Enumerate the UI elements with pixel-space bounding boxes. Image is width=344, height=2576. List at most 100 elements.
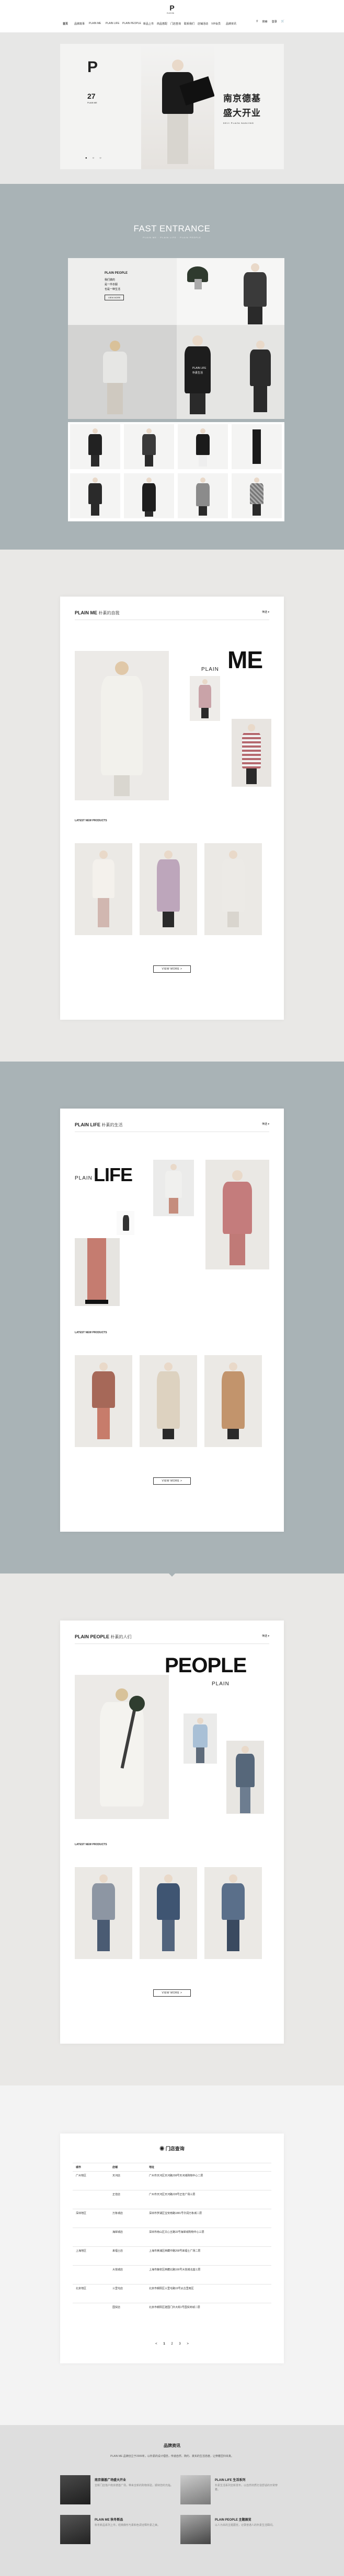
news-item-desc: 朴素生活系列全新发布，以自然材质打造舒适的日常穿着。 [215,2484,278,2491]
pagination-page[interactable]: 3 [179,2342,180,2346]
login-link[interactable]: 登录 [272,20,277,24]
product-card[interactable] [204,1355,262,1447]
news-item[interactable]: PLAIN ME 秋冬新品 秋冬新品系列上市，经典廓形与柔和色调诠释朴素之美。 [60,2515,196,2544]
hero-logo-mark: P [87,59,98,76]
feature-photo-right[interactable] [232,719,271,787]
feature-photo-right[interactable] [226,1741,264,1814]
fast-entrance-section: FAST ENTRANCE PLAIN ME · PLAIN LIFE · PL… [0,184,344,550]
table-row[interactable]: 广州地区 天河店 广州市天河区天河路208号天河城购物中心二层 [73,2171,271,2190]
filter-button[interactable]: 筛选 ▾ [262,1122,269,1126]
section-brand: PLAIN LIFE [75,1122,100,1127]
table-cell: 来福士店 [109,2246,146,2266]
vase-photo[interactable] [117,1211,134,1235]
pager-dot[interactable]: ○ [93,157,95,160]
promo-photo-plant[interactable] [177,258,284,325]
product-thumb[interactable] [178,424,228,469]
pagination-prev[interactable]: < [155,2342,157,2346]
nav-item[interactable]: 门店查询 [170,22,181,26]
news-title: 品牌资讯 [164,2443,180,2448]
store-title-text: 门店查询 [165,2146,185,2151]
product-card[interactable] [75,1355,132,1447]
location-icon: ◉ [159,2146,165,2151]
filter-button[interactable]: 筛选 ▾ [262,610,269,614]
table-row[interactable]: 海岸城店 深圳市南山区文心五路33号海岸城购物中心三层 [73,2228,271,2247]
table-row[interactable]: 上海地区 来福士店 上海市黄浦区西藏中路268号来福士广场二层 [73,2246,271,2266]
pager-dot[interactable]: ○ [99,157,101,160]
promo-tile-2[interactable]: PLAIN LIFE 朴素生活 [177,325,284,419]
product-card[interactable] [140,843,197,935]
nav-item[interactable]: 品牌资讯 [226,22,236,26]
product-thumb[interactable] [178,473,228,518]
nav-item[interactable]: 联系我们 [184,22,194,26]
nav-item[interactable]: VIP会员 [211,22,221,26]
view-more-button[interactable]: VIEW MORE > [153,1989,191,1997]
promo-photo-model-back[interactable] [68,325,177,419]
news-item[interactable]: PLAIN PEOPLE 主题展览 以人为本的主题展览，记录普通人的朴素生活瞬间… [180,2515,284,2544]
store-locator-section: ◉ 门店查询 城市 店铺 地址 广州地区 天河店 广州市天河区天河路208号天河城购… [0,2085,344,2425]
product-card[interactable] [140,1355,197,1447]
product-thumb[interactable] [70,424,120,469]
view-more-button[interactable]: VIEW MORE > [153,965,191,973]
pager-dot[interactable]: ● [85,157,87,160]
feature-photo-large[interactable] [75,651,169,800]
latest-products-title: LATEST NEW PRODUCTS [75,819,107,822]
news-section: 品牌资讯 PLAIN ME 品牌创立于2009年，以朴素的设计理念，传递自然、简… [0,2425,344,2576]
nav-item[interactable]: PLAIN LIFE [106,22,119,25]
feature-photo-small[interactable] [153,1160,194,1216]
nav-item[interactable]: 品牌故事 [74,22,85,26]
promo-tile-1[interactable]: PLAIN PEOPLE 我们做的 是一件衣服 也是一种生活 VIEW MORE [68,258,177,325]
plain-label: PLAIN [212,1681,230,1687]
store-table: 城市 店铺 地址 广州地区 天河店 广州市天河区天河路208号天河城购物中心二层 正… [73,2163,271,2322]
nav-item[interactable]: 首页 [63,22,68,26]
search-icon[interactable]: ⚲ [256,20,258,24]
pagination-page[interactable]: 2 [171,2342,173,2346]
table-row[interactable]: 北京地区 三里屯店 北京市朝阳区三里屯路19号太古里南区 [73,2284,271,2303]
product-thumb[interactable] [70,473,120,518]
section-big-word: PEOPLE [165,1654,247,1677]
product-card[interactable] [204,1867,262,1959]
feature-photo-large[interactable] [75,1675,169,1819]
view-more-button[interactable]: VIEW MORE > [153,1477,191,1485]
hero-banner[interactable]: P 27 PLAIN ME 南京德基 盛大开业 DEJI PLAZA NANJI… [60,44,284,169]
table-cell: 北京市朝阳区建国门外大街1号国贸商城二层 [146,2303,271,2322]
nav-item[interactable]: 新品上市 [143,22,154,26]
product-card[interactable] [75,1867,132,1959]
cart-icon[interactable]: 🛒 [281,20,284,24]
promo-view-more-button[interactable]: VIEW MORE [105,295,124,300]
brand-logo[interactable]: P PLAIN ME [166,4,176,14]
nav-item[interactable]: PLAIN PEOPLE [122,22,141,25]
feature-photo-small[interactable] [184,1714,217,1764]
feature-photo-legs[interactable] [75,1238,120,1306]
product-card[interactable] [204,843,262,935]
pagination-next[interactable]: > [187,2342,189,2346]
feature-photo-small[interactable] [190,676,220,721]
product-thumb[interactable] [124,424,174,469]
plain-label: PLAIN [201,667,219,672]
news-item[interactable]: PLAIN LIFE 生活系列 朴素生活系列全新发布，以自然材质打造舒适的日常穿… [180,2475,284,2504]
feature-photo-large[interactable] [205,1160,269,1269]
product-card[interactable] [140,1867,197,1959]
section-brand-cn: 朴素的生活 [101,1123,123,1127]
table-row[interactable]: 深圳地区 万象城店 深圳市罗湖区宝安南路1881号华润万象城二层 [73,2209,271,2228]
product-thumb[interactable] [232,424,282,469]
nav-item[interactable]: 商品搭配 [157,22,167,26]
nav-item[interactable]: 店铺活动 [198,22,208,26]
hero-band: P 27 PLAIN ME 南京德基 盛大开业 DEJI PLAZA NANJI… [0,32,344,184]
card-divider [75,1643,269,1644]
news-item[interactable]: 南京德基广场盛大开业 全新门店落户南京德基广场，带来全新的购物体验，期待您的光临… [60,2475,196,2504]
product-thumb[interactable] [124,473,174,518]
pagination-page[interactable]: 1 [163,2342,165,2346]
table-row[interactable]: 大悦城店 上海市静安区西藏北路166号大悦城北座三层 [73,2265,271,2284]
product-thumb[interactable] [232,473,282,518]
table-row[interactable]: 国贸店 北京市朝阳区建国门外大街1号国贸商城二层 [73,2303,271,2322]
table-row[interactable]: 正佳店 广州市天河区天河路228号正佳广场三层 [73,2190,271,2209]
filter-label: 筛选 [262,1635,268,1638]
news-item-title: 南京德基广场盛大开业 [95,2479,127,2482]
product-card[interactable] [75,843,132,935]
section-brand-tag: PLAIN LIFE 朴素的生活 [75,1122,123,1128]
search-label[interactable]: 搜索 [262,20,268,24]
filter-button[interactable]: 筛选 ▾ [262,1634,269,1638]
news-item-desc: 秋冬新品系列上市，经典廓形与柔和色调诠释朴素之美。 [95,2524,160,2527]
nav-item[interactable]: PLAIN ME [89,22,101,25]
brand-logo-sub: PLAIN ME [166,12,174,14]
